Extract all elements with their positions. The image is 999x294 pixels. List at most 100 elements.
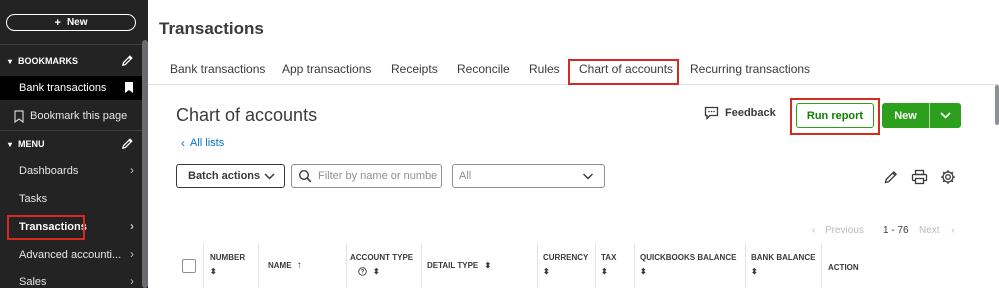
column-divider bbox=[634, 243, 635, 288]
bookmark-filled-icon[interactable] bbox=[124, 81, 134, 94]
tab-reconcile[interactable]: Reconcile bbox=[457, 62, 510, 76]
column-divider bbox=[203, 243, 204, 288]
column-header-quickbooks-balance[interactable]: QUICKBOOKS BALANCE ⬍ bbox=[640, 252, 736, 277]
chevron-down-icon: ▾ bbox=[7, 139, 12, 149]
sidebar-item-label: Bank transactions bbox=[19, 82, 107, 94]
tab-rules[interactable]: Rules bbox=[529, 62, 560, 76]
sidebar-item-label: Advanced accounti... bbox=[19, 249, 122, 261]
batch-actions-dropdown[interactable]: Batch actions bbox=[176, 164, 285, 188]
tab-bank-transactions[interactable]: Bank transactions bbox=[170, 62, 265, 76]
sidebar-item-sales[interactable]: Sales › bbox=[0, 270, 142, 294]
all-lists-label: All lists bbox=[190, 137, 225, 149]
chevron-right-icon: › bbox=[130, 247, 134, 261]
column-header-bank-balance[interactable]: BANK BALANCE ⬍ bbox=[751, 252, 815, 277]
tab-app-transactions[interactable]: App transactions bbox=[282, 62, 371, 76]
new-split-button: New bbox=[882, 103, 961, 128]
chart-of-accounts-title: Chart of accounts bbox=[176, 105, 318, 125]
sidebar-item-advanced-accounting[interactable]: Advanced accounti... › bbox=[0, 243, 142, 267]
column-header-label: QUICKBOOKS BALANCE bbox=[640, 253, 737, 262]
page-title: Transactions bbox=[159, 19, 264, 38]
new-account-button[interactable]: New bbox=[882, 103, 930, 128]
chevron-right-icon: › bbox=[130, 163, 134, 177]
column-header-label: ACCOUNT TYPE bbox=[350, 253, 414, 262]
chevron-right-icon: › bbox=[130, 219, 134, 233]
sidebar-new-label: New bbox=[66, 17, 88, 28]
feedback-speech-bubble-icon bbox=[704, 106, 719, 120]
menu-label: MENU bbox=[18, 139, 45, 149]
pager-next-chevron-icon: › bbox=[951, 225, 955, 236]
sidebar-item-label: Tasks bbox=[19, 193, 48, 205]
bookmarks-label: BOOKMARKS bbox=[18, 56, 78, 66]
column-divider bbox=[595, 243, 596, 288]
chevron-left-icon: ‹ bbox=[181, 136, 185, 150]
column-header-name[interactable]: NAME ↑ bbox=[268, 260, 302, 271]
column-divider bbox=[537, 243, 538, 288]
filter-search-box bbox=[291, 164, 442, 188]
sort-icon: ⬍ bbox=[640, 267, 647, 276]
sort-icon: ⬍ bbox=[751, 267, 758, 276]
column-header-label: DETAIL TYPE bbox=[427, 261, 479, 270]
left-sidebar: + New ▾ BOOKMARKS Bank transactions Book… bbox=[0, 0, 148, 288]
sidebar-item-label: Sales bbox=[19, 276, 47, 288]
settings-gear-icon[interactable] bbox=[940, 169, 956, 185]
menu-section-header[interactable]: ▾ MENU bbox=[0, 134, 142, 154]
help-circle-icon[interactable]: ? bbox=[358, 267, 367, 276]
column-header-label: TAX bbox=[601, 253, 617, 262]
pager-next[interactable]: Next bbox=[919, 225, 940, 236]
chevron-down-icon: ▾ bbox=[7, 56, 12, 66]
column-header-tax[interactable]: TAX ⬍ bbox=[601, 252, 616, 277]
print-icon[interactable] bbox=[911, 169, 928, 185]
chevron-down-icon bbox=[583, 173, 593, 180]
edit-menu-pencil-icon[interactable] bbox=[121, 137, 134, 150]
feedback-label: Feedback bbox=[725, 107, 776, 119]
svg-text:?: ? bbox=[361, 270, 365, 276]
column-divider bbox=[346, 243, 347, 288]
new-dropdown-toggle[interactable] bbox=[930, 103, 961, 128]
column-divider bbox=[258, 243, 259, 288]
page-scrollbar[interactable] bbox=[995, 85, 999, 125]
sidebar-item-bookmark-this-page[interactable]: Bookmark this page bbox=[0, 104, 142, 128]
column-divider bbox=[421, 243, 422, 288]
filter-input[interactable] bbox=[318, 170, 438, 182]
sort-icon: ⬍ bbox=[484, 261, 492, 270]
column-header-currency[interactable]: CURRENCY ⬍ bbox=[543, 252, 588, 277]
tab-receipts[interactable]: Receipts bbox=[391, 62, 438, 76]
sidebar-item-bank-transactions[interactable]: Bank transactions bbox=[0, 76, 142, 100]
chevron-down-icon bbox=[940, 112, 951, 119]
sidebar-item-dashboards[interactable]: Dashboards › bbox=[0, 159, 142, 183]
all-lists-link[interactable]: ‹ All lists bbox=[181, 136, 224, 150]
main-content: Transactions Bank transactions App trans… bbox=[148, 0, 999, 288]
transactions-highlight-box bbox=[7, 215, 85, 240]
search-icon bbox=[298, 169, 312, 183]
account-type-select[interactable]: All bbox=[452, 164, 605, 188]
run-report-button[interactable]: Run report bbox=[796, 103, 874, 128]
column-header-account-type[interactable]: ACCOUNT TYPE ? ⬍ bbox=[350, 252, 413, 277]
column-header-label: BANK BALANCE bbox=[751, 253, 816, 262]
sort-icon: ⬍ bbox=[543, 267, 550, 276]
column-header-number[interactable]: NUMBER ⬍ bbox=[210, 252, 245, 277]
feedback-button[interactable]: Feedback bbox=[704, 106, 776, 120]
sidebar-item-label: Dashboards bbox=[19, 165, 79, 177]
column-header-label: NAME bbox=[268, 261, 292, 270]
sort-icon: ⬍ bbox=[601, 267, 608, 276]
bookmarks-section-header[interactable]: ▾ BOOKMARKS bbox=[0, 51, 142, 71]
plus-icon: + bbox=[54, 16, 61, 29]
tab-recurring-transactions[interactable]: Recurring transactions bbox=[690, 62, 810, 76]
chart-of-accounts-highlight-box bbox=[568, 59, 679, 85]
sidebar-new-button[interactable]: + New bbox=[6, 14, 136, 31]
sort-ascending-icon: ↑ bbox=[296, 260, 302, 271]
column-header-detail-type[interactable]: DETAIL TYPE ⬍ bbox=[427, 260, 491, 271]
pager-previous[interactable]: Previous bbox=[825, 225, 864, 236]
account-type-selected-value: All bbox=[459, 170, 472, 182]
edit-pencil-icon[interactable] bbox=[883, 169, 899, 185]
pager-prev-chevron-icon: ‹ bbox=[812, 225, 816, 236]
sidebar-divider bbox=[0, 44, 142, 45]
sidebar-item-tasks[interactable]: Tasks bbox=[0, 187, 142, 211]
select-all-checkbox[interactable] bbox=[182, 259, 196, 273]
sort-icon: ⬍ bbox=[373, 267, 380, 276]
chevron-right-icon: › bbox=[130, 274, 134, 288]
chevron-down-icon bbox=[264, 173, 275, 180]
column-divider bbox=[821, 243, 822, 288]
edit-bookmarks-pencil-icon[interactable] bbox=[121, 54, 134, 67]
bookmark-outline-icon bbox=[14, 109, 24, 123]
